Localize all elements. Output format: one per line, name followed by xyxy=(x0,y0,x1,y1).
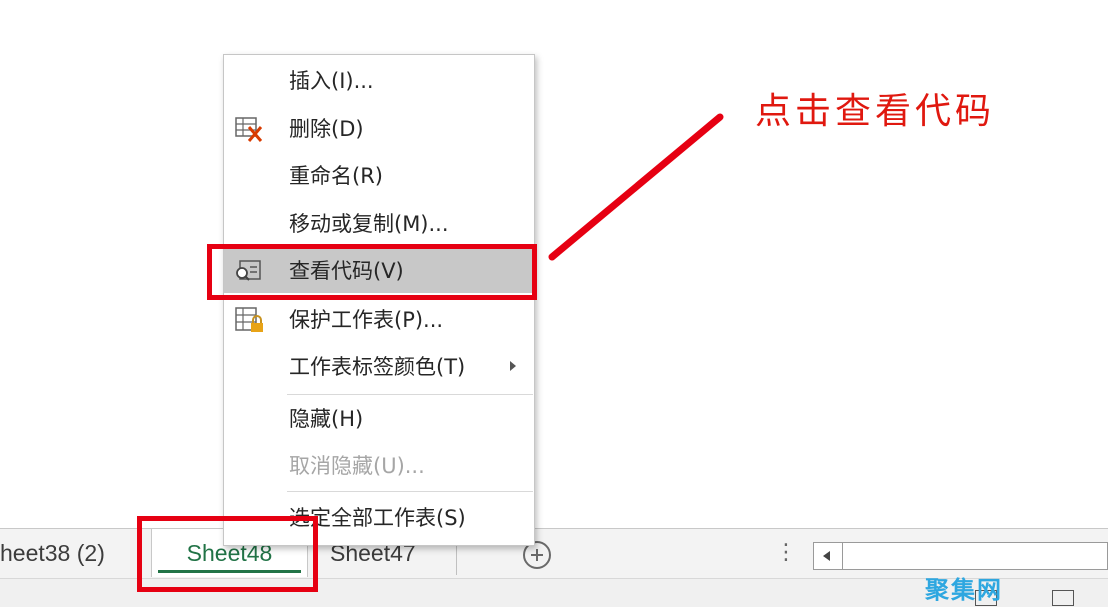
menu-separator xyxy=(287,491,533,492)
menu-item-move-copy[interactable]: 移动或复制(M)... xyxy=(224,202,534,246)
horizontal-scrollbar[interactable] xyxy=(813,542,1108,570)
sheet-tab-label: heet38 (2) xyxy=(0,540,105,566)
highlight-box-view-code xyxy=(207,244,537,300)
menu-item-label: 插入(I)... xyxy=(289,69,374,93)
menu-separator xyxy=(287,394,533,395)
menu-item-label: 保护工作表(P)... xyxy=(289,308,444,332)
menu-item-protect-sheet[interactable]: 保护工作表(P)... xyxy=(224,298,534,342)
menu-item-hide[interactable]: 隐藏(H) xyxy=(224,397,534,441)
annotation-arrow-line xyxy=(548,113,724,261)
menu-item-label: 重命名(R) xyxy=(289,164,383,188)
annotation-text: 点击查看代码 xyxy=(755,91,996,132)
tab-split-handle-icon[interactable]: ⋮ xyxy=(775,540,797,566)
delete-sheet-icon xyxy=(235,117,263,142)
submenu-arrow-icon xyxy=(510,361,516,371)
menu-item-rename[interactable]: 重命名(R) xyxy=(224,154,534,198)
page-layout-view-icon[interactable] xyxy=(1052,590,1074,606)
menu-item-delete[interactable]: 删除(D) xyxy=(224,107,534,151)
menu-item-label: 删除(D) xyxy=(289,117,364,141)
menu-item-label: 取消隐藏(U)... xyxy=(289,454,425,478)
menu-item-tab-color[interactable]: 工作表标签颜色(T) xyxy=(224,345,534,389)
sheet-tab-sheet38-2[interactable]: heet38 (2) xyxy=(0,529,148,577)
menu-item-label: 隐藏(H) xyxy=(289,407,364,431)
protect-sheet-icon xyxy=(235,307,263,332)
menu-item-unhide: 取消隐藏(U)... xyxy=(224,444,534,488)
menu-item-label: 移动或复制(M)... xyxy=(289,212,449,236)
watermark-logo: 聚集网 xyxy=(925,576,1003,604)
menu-item-label: 工作表标签颜色(T) xyxy=(289,355,466,379)
sheet-context-menu: 插入(I)... 删除(D) 重命名(R) 移动或复制(M)... 查看代码(V… xyxy=(223,54,535,546)
scroll-left-icon[interactable] xyxy=(814,543,843,569)
menu-item-insert[interactable]: 插入(I)... xyxy=(224,59,534,103)
highlight-box-sheet-tab xyxy=(137,516,318,592)
